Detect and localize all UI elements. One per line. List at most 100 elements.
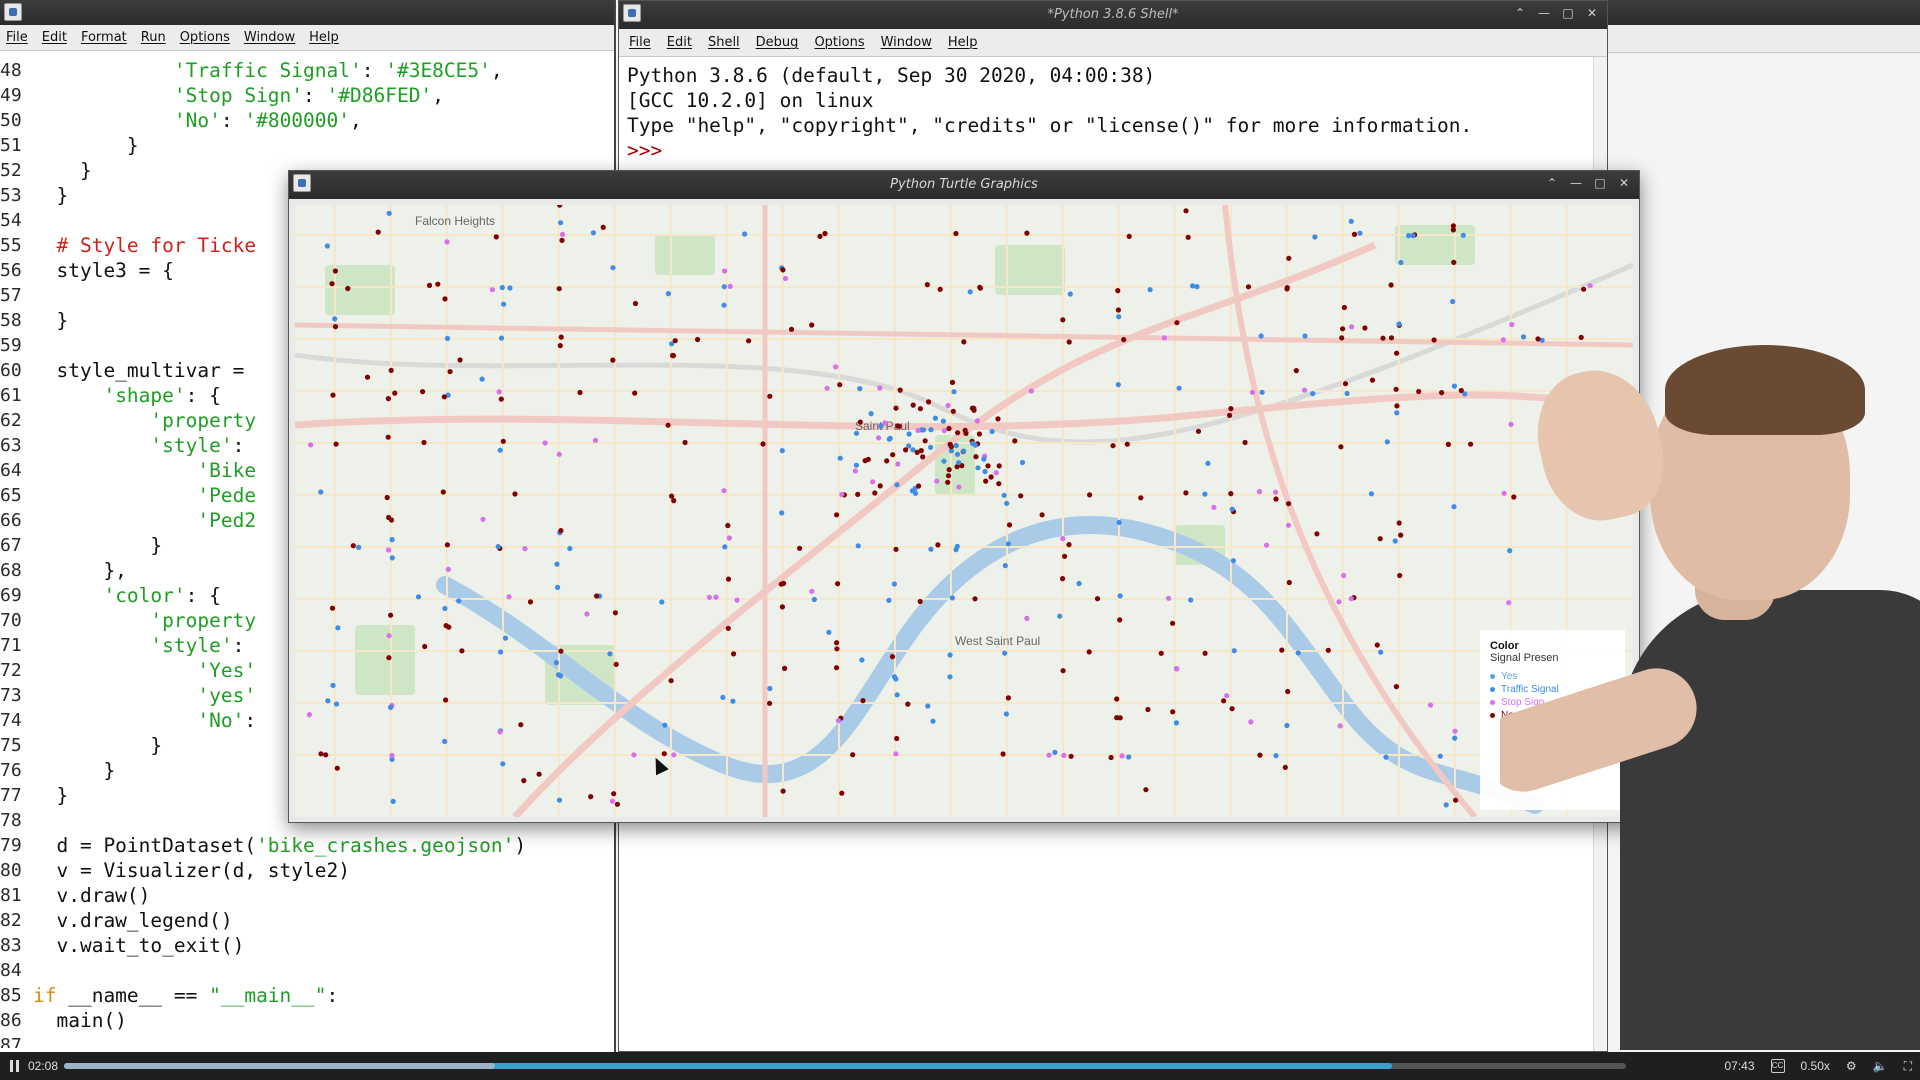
crash-point [497, 447, 503, 453]
crash-point [1384, 439, 1390, 445]
crash-point [767, 700, 773, 706]
code-text: 'Bike [197, 459, 257, 482]
crash-point [950, 408, 956, 414]
shell-menu-options[interactable]: Options [814, 35, 864, 50]
menu-help[interactable]: Help [309, 30, 339, 45]
crash-point [1460, 232, 1466, 238]
captions-icon[interactable]: CC [1770, 1059, 1785, 1073]
crash-point [506, 594, 512, 600]
line-number: 58 [0, 310, 22, 331]
shell-menu-help[interactable]: Help [948, 35, 978, 50]
maximize-icon[interactable]: □ [1561, 6, 1575, 20]
crash-point [1451, 504, 1457, 510]
crash-point [577, 389, 583, 396]
shell-line: Python 3.8.6 (default, Sep 30 2020, 04:0… [627, 64, 1156, 87]
legend-dot-icon [1490, 700, 1495, 705]
crash-point [1452, 728, 1458, 734]
code-text: } [33, 309, 69, 332]
crash-point [893, 751, 899, 757]
crash-point [1067, 291, 1073, 297]
crash-point [334, 765, 340, 771]
menu-options[interactable]: Options [180, 30, 230, 45]
code-text: # Style for Ticke [56, 234, 257, 257]
crash-point [954, 451, 961, 457]
minimize-icon[interactable]: — [1537, 6, 1551, 20]
crash-point [760, 441, 766, 447]
crash-point [1138, 495, 1144, 501]
crash-point [1145, 706, 1151, 713]
line-number: 50 [0, 110, 22, 131]
crash-point [891, 581, 898, 587]
python-idle-icon [4, 3, 22, 21]
shell-output[interactable]: Python 3.8.6 (default, Sep 30 2020, 04:0… [627, 63, 1472, 163]
shell-menu-edit[interactable]: Edit [667, 35, 692, 50]
crash-point [969, 405, 976, 411]
crash-point [993, 470, 999, 476]
menu-file[interactable]: File [6, 30, 28, 45]
collapse-icon[interactable]: ⌃ [1513, 6, 1527, 20]
line-number: 72 [0, 660, 22, 681]
close-icon[interactable]: ✕ [1585, 6, 1599, 20]
collapse-icon[interactable]: ⌃ [1545, 176, 1559, 190]
crash-point [1348, 596, 1354, 602]
crash-point [665, 291, 671, 297]
crash-point [557, 673, 564, 679]
close-icon[interactable]: ✕ [1617, 176, 1631, 190]
menu-format[interactable]: Format [81, 30, 127, 45]
shell-menu-window[interactable]: Window [881, 35, 932, 50]
menu-edit[interactable]: Edit [42, 30, 67, 45]
code-text: v.draw_legend() [33, 909, 233, 932]
crash-point [440, 489, 446, 495]
crash-point [420, 389, 426, 395]
crash-point [590, 230, 596, 236]
crash-point [610, 265, 616, 271]
map-canvas[interactable]: Falcon HeightsSaint PaulWest Saint Paul … [295, 205, 1633, 817]
crash-point [857, 386, 863, 392]
menu-window[interactable]: Window [244, 30, 295, 45]
crash-point [1005, 541, 1012, 547]
pause-icon[interactable] [0, 1052, 28, 1080]
crash-point [956, 460, 962, 466]
crash-point [928, 427, 934, 433]
fullscreen-icon[interactable]: ⛶ [1904, 1059, 1912, 1074]
crash-point [857, 419, 863, 425]
shell-menubar: File Edit Shell Debug Options Window Hel… [619, 29, 1607, 57]
volume-icon[interactable]: 🔈 [1873, 1059, 1888, 1073]
code-line: 81 v.draw() [0, 883, 614, 908]
crash-point [556, 286, 562, 292]
crash-point [1285, 501, 1292, 507]
crash-point [941, 458, 947, 464]
crash-point [1398, 259, 1404, 266]
crash-point [671, 752, 677, 758]
crash-point [389, 752, 395, 759]
crash-point [332, 268, 338, 274]
crash-point [1202, 491, 1208, 497]
crash-point [1388, 335, 1395, 341]
shell-menu-shell[interactable]: Shell [708, 35, 740, 50]
crash-point [392, 390, 398, 396]
menu-run[interactable]: Run [141, 30, 166, 45]
crash-point [1427, 702, 1434, 708]
crash-point [1284, 722, 1290, 729]
minimize-icon[interactable]: — [1569, 176, 1583, 190]
crash-point [1019, 459, 1026, 466]
maximize-icon[interactable]: □ [1593, 176, 1607, 190]
crash-point [924, 282, 930, 288]
shell-menu-file[interactable]: File [629, 35, 651, 50]
crash-point [876, 435, 882, 441]
code-line: 50 'No': '#800000', [0, 108, 614, 133]
crash-point [1012, 438, 1018, 444]
seek-bar[interactable] [64, 1063, 1626, 1069]
crash-point [725, 625, 731, 631]
crash-point [496, 389, 502, 395]
crash-point [659, 599, 665, 605]
settings-icon[interactable]: ⚙ [1846, 1059, 1857, 1073]
shell-menu-debug[interactable]: Debug [756, 35, 799, 50]
crash-point [811, 596, 817, 603]
crash-point [324, 243, 330, 249]
code-text: } [33, 734, 163, 757]
crash-point [839, 790, 845, 796]
playback-speed[interactable]: 0.50x [1801, 1059, 1830, 1073]
crash-point [855, 491, 861, 497]
crash-point [974, 418, 980, 424]
